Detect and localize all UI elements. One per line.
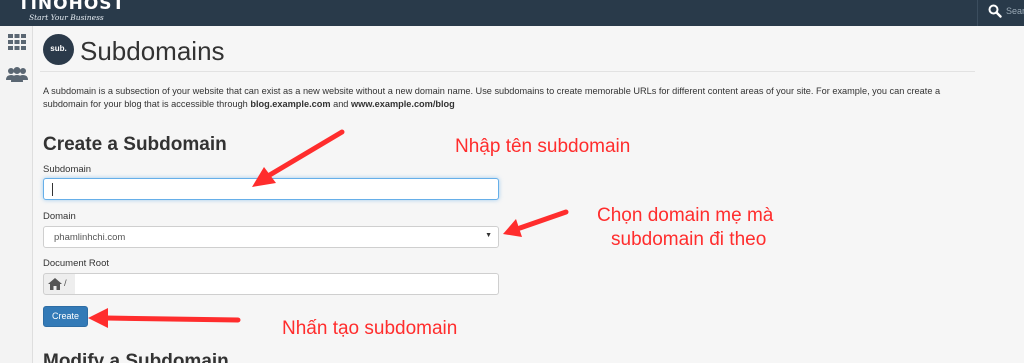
top-bar: TINOHOST Start Your Business Sear — [0, 0, 1024, 26]
left-sidebar — [0, 26, 33, 363]
domain-label: Domain — [43, 211, 76, 222]
modify-section-title: Modify a Subdomain — [43, 351, 229, 363]
title-divider — [40, 71, 975, 72]
create-section-title: Create a Subdomain — [43, 134, 227, 155]
caret-down-icon: ▼ — [485, 232, 492, 239]
description-intro: A subdomain is a subsection of your webs… — [43, 86, 941, 109]
note-create: Nhấn tạo subdomain — [282, 318, 458, 339]
domain-selected-value: phamlinhchi.com — [54, 232, 126, 243]
note-subdomain: Nhập tên subdomain — [455, 136, 631, 157]
logo-tagline: Start Your Business — [29, 13, 104, 22]
domain-select[interactable]: phamlinhchi.com ▼ — [43, 226, 499, 248]
document-root-input[interactable] — [75, 273, 499, 295]
home-icon — [48, 278, 62, 290]
page-title: Subdomains — [80, 36, 225, 66]
grid-icon[interactable] — [8, 34, 26, 50]
search-divider — [977, 0, 978, 26]
main-content: sub. Subdomains A subdomain is a subsect… — [34, 26, 1024, 363]
document-root-prefix: / — [43, 273, 76, 295]
document-root-label: Document Root — [43, 258, 110, 269]
search-icon[interactable] — [988, 4, 1002, 18]
text-caret — [52, 183, 53, 196]
subdomain-app-icon: sub. — [43, 34, 74, 65]
subdomain-label: Subdomain — [43, 164, 92, 175]
description-and: and — [330, 98, 351, 109]
example-url-1: blog.example.com — [250, 98, 331, 109]
search-input[interactable]: Sear — [1006, 6, 1024, 16]
tinohost-logo[interactable]: TINOHOST Start Your Business — [18, 0, 125, 22]
users-icon[interactable] — [6, 66, 28, 82]
example-url-2: www.example.com/blog — [350, 98, 455, 109]
note-domain-line1: Chọn domain mẹ mà — [597, 205, 774, 226]
cpanel-subdomains-page: TINOHOST Start Your Business Sear sub. S… — [0, 0, 1024, 363]
create-button[interactable]: Create — [43, 306, 88, 327]
page-description: A subdomain is a subsection of your webs… — [43, 85, 973, 110]
note-domain-line2: subdomain đi theo — [611, 229, 767, 250]
logo-name: TINOHOST — [18, 0, 126, 14]
subdomain-input[interactable] — [43, 178, 499, 200]
app-icon-label: sub. — [50, 44, 67, 53]
root-slash: / — [64, 278, 67, 289]
